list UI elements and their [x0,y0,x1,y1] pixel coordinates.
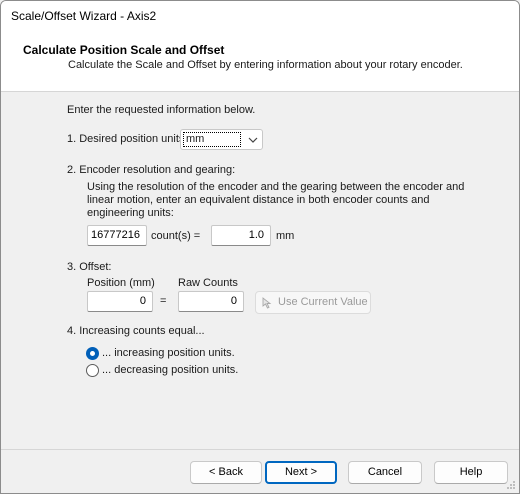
decreasing-option-label[interactable]: ... decreasing position units. [102,364,238,376]
offset-label: 3. Offset: [67,261,112,273]
counts-label: count(s) = [151,230,201,242]
use-current-value-button[interactable]: Use Current Value [255,291,371,314]
chevron-down-icon [248,137,258,143]
help-button[interactable]: Help [434,461,508,484]
increasing-counts-label: 4. Increasing counts equal... [67,325,205,337]
distance-input[interactable]: 1.0 [211,225,271,246]
encoder-counts-input[interactable]: 16777216 [87,225,147,246]
use-current-value-label: Use Current Value [278,296,368,308]
position-column-header: Position (mm) [87,277,155,289]
decreasing-radio[interactable] [86,364,99,377]
footer-divider [1,449,519,450]
intro-text: Enter the requested information below. [67,104,256,116]
resize-grip-icon[interactable] [506,480,516,490]
cancel-button[interactable]: Cancel [348,461,422,484]
resolution-desc-line2: linear motion, enter an equivalent dista… [87,194,430,206]
page-title: Calculate Position Scale and Offset [23,43,225,57]
raw-counts-column-header: Raw Counts [178,277,238,289]
resolution-desc-line3: engineering units: [87,207,174,219]
units-label: 1. Desired position units: [67,133,188,145]
increasing-option-label[interactable]: ... increasing position units. [102,347,235,359]
window-title: Scale/Offset Wizard - Axis2 [11,9,157,23]
resolution-desc-line1: Using the resolution of the encoder and … [87,181,465,193]
wizard-window: Scale/Offset Wizard - Axis2 Calculate Po… [0,0,520,494]
page-subtitle: Calculate the Scale and Offset by enteri… [68,59,463,71]
offset-equals-sign: = [160,295,167,307]
pointer-icon [262,297,272,309]
wizard-header: Calculate Position Scale and Offset Calc… [1,31,519,92]
increasing-radio[interactable] [86,347,99,360]
units-dropdown[interactable]: mm [180,129,263,150]
next-button[interactable]: Next > [265,461,337,484]
back-button[interactable]: < Back [190,461,262,484]
distance-unit-label: mm [276,230,295,242]
offset-position-input[interactable]: 0 [87,291,153,312]
units-selected-value: mm [183,132,241,147]
offset-raw-counts-input[interactable]: 0 [178,291,244,312]
resolution-label: 2. Encoder resolution and gearing: [67,164,236,176]
title-bar: Scale/Offset Wizard - Axis2 [1,1,519,31]
